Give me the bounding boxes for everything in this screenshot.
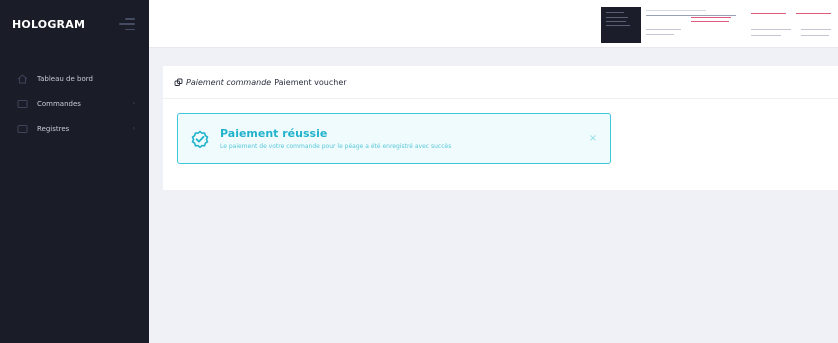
close-icon[interactable]: × xyxy=(578,133,608,144)
link-icon xyxy=(174,78,183,87)
breadcrumb-current: Paiement voucher xyxy=(274,77,347,87)
top-bar xyxy=(149,0,838,48)
registers-icon xyxy=(17,124,28,134)
brand-logo-text: HOLOGRAM xyxy=(12,17,86,31)
alert-title: Paiement réussie xyxy=(220,127,328,140)
chevron-right-icon: › xyxy=(132,125,135,132)
brand-bar: HOLOGRAM xyxy=(0,0,149,48)
success-alert: Paiement réussie Le paiement de votre co… xyxy=(177,113,611,164)
breadcrumb-section[interactable]: Paiement commande xyxy=(186,78,271,87)
menu-toggle-icon[interactable] xyxy=(119,18,135,30)
main-card: Paiement commande Paiement voucher Paiem… xyxy=(163,66,838,190)
check-badge-icon xyxy=(180,130,220,148)
sidebar-item-label: Commandes xyxy=(37,99,81,108)
sidebar: HOLOGRAM Tableau de bord Commandes › Reg… xyxy=(0,0,149,343)
sidebar-nav: Tableau de bord Commandes › Registres › xyxy=(0,66,149,141)
sidebar-item-label: Tableau de bord xyxy=(37,74,93,83)
sidebar-item-orders[interactable]: Commandes › xyxy=(0,91,149,116)
chevron-right-icon: › xyxy=(132,100,135,107)
sidebar-item-registers[interactable]: Registres › xyxy=(0,116,149,141)
breadcrumb: Paiement commande Paiement voucher xyxy=(163,66,838,99)
orders-icon xyxy=(17,99,28,109)
alert-message: Le paiement de votre commande pour le pé… xyxy=(220,143,452,150)
sidebar-item-dashboard[interactable]: Tableau de bord xyxy=(0,66,149,91)
page-preview-thumbnail[interactable] xyxy=(601,7,838,43)
home-icon xyxy=(17,73,28,84)
sidebar-item-label: Registres xyxy=(37,124,70,133)
